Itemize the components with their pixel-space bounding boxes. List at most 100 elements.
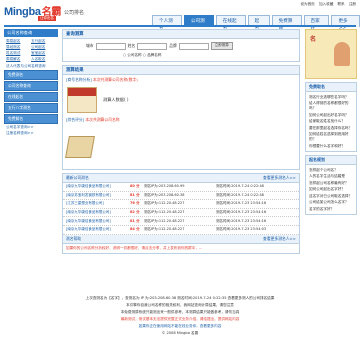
search-form: 城市 姓名 品牌 立即测算: [63, 39, 299, 53]
sidebar-link[interactable]: 注册名称查询>>: [6, 131, 56, 136]
wuxing-test-button[interactable]: 五行八字测名: [4, 103, 58, 113]
help-head: 测名帮助 查看更多测名人>>: [63, 234, 299, 244]
row-time: 测名时间:2019-7-23 23:54:16: [216, 201, 267, 206]
name-input[interactable]: [137, 42, 168, 50]
brand-input[interactable]: [178, 42, 209, 50]
panel-title: 起名规划: [306, 156, 356, 165]
row-time: 测名时间:2019-7-23 23:54:16: [216, 218, 267, 223]
table-row[interactable]: [南京九华康佳食品有限公司] 84 分测名IP为:112.20.48.227 测名时…: [63, 226, 299, 235]
list-item[interactable]: 怎样起个公司名？: [309, 168, 353, 173]
help-tip: 如果你的公司名称分析较好，说明一切都很好，请点击分享，并上发布到你的群中，...: [66, 245, 203, 250]
sidebar-link[interactable]: 姓名测试: [6, 51, 31, 56]
row-ip: 测名IP为:112.20.48.227: [144, 227, 185, 232]
sidebar-link[interactable]: 宝宝起名: [31, 51, 56, 56]
field-label: 城市: [86, 43, 94, 48]
table-row[interactable]: [南京九华康佳食品有限公司] 80 分测名IP为:203.208.60.99 测名时…: [63, 183, 299, 192]
list-item[interactable]: 你想要什么名字和好？: [309, 144, 353, 149]
result-picture-row-2: [63, 125, 299, 169]
box-icon: [65, 136, 95, 158]
toplink[interactable]: 注册: [349, 2, 356, 6]
result-line-2: [综合评分] 本次共测算公司名称: [63, 115, 299, 125]
row-ip: 测名IP为:203.208.60.99: [144, 184, 185, 189]
table-row[interactable]: [江苏三星塑业有限公司] 76 分测名IP为:112.20.48.227 测名时间:…: [63, 200, 299, 209]
list-item[interactable]: 怎样起公司名称最有好？: [309, 181, 353, 186]
search-panel-title: 查询测算: [63, 30, 299, 39]
field-label: 品牌: [169, 43, 177, 48]
list-item[interactable]: 如何给姓名选择到底用好的？: [309, 132, 353, 142]
sidebar-link[interactable]: 法人代表与公司名称查询: [6, 64, 56, 69]
row-ip: 测名IP为:203.208.60.38: [144, 192, 185, 197]
row-ip: 测名IP为:112.20.48.227: [144, 210, 185, 215]
sidebar-link[interactable]: 易经测名: [6, 45, 31, 50]
row-score: 82 分: [130, 210, 140, 215]
sidebar-link[interactable]: 公司名字查询>>: [6, 125, 56, 130]
search-type-radios[interactable]: ○ 公司名称 ○ 品牌名称: [63, 53, 299, 61]
sidebar-links: 法人代表与公司名称查询: [4, 64, 58, 69]
naming-plan-panel: 起名规划 怎样起个公司名？ 人的名字生活与结婚是 怎样起公司名称最有好？ 如何公…: [305, 155, 357, 215]
sidebar-title: 公司名称查询: [4, 29, 58, 37]
house-icon: [67, 87, 97, 113]
ad-banner[interactable]: 名: [305, 29, 357, 79]
list-item[interactable]: 给人得到的名称都很好的吗？: [309, 101, 353, 111]
footer-line: 本引擎你自我公司名称的相关权利，我网站查询计算结果，请您注意: [126, 303, 234, 307]
company-search-button[interactable]: 公司名称查询: [4, 81, 58, 91]
toplink[interactable]: 加入收藏: [319, 2, 333, 6]
row-ip: 测名IP为:112.20.48.227: [144, 201, 185, 206]
row-name: [南京九华康佳食品有限公司]: [66, 218, 111, 223]
free-name-test-button[interactable]: 免费测名: [4, 70, 58, 80]
row-name: [江苏三星塑业有限公司]: [66, 201, 104, 206]
field-label: 姓名: [127, 43, 136, 48]
list-item[interactable]: 要在那里起名选择你名吗？: [309, 126, 353, 131]
list-more-link[interactable]: 查看更多测名人>>: [263, 175, 296, 181]
city-input[interactable]: [95, 42, 126, 50]
copyright: © 2008 Mingba 名霸: [161, 331, 199, 335]
toplink[interactable]: 联系: [337, 2, 344, 6]
row-score: 81 分: [130, 218, 140, 223]
footer-line: 上次查测名为【名字】，查测名为 IP 为:203.208.60.38 测名时间:…: [85, 296, 275, 300]
row-name: [南京九华康佳食品有限公司]: [66, 184, 111, 189]
row-time: 测名时间:2019-7-24 0:22:48: [216, 184, 264, 189]
list-title: 最新公司测名: [66, 175, 89, 180]
result-detail: 本次共测算公司名称(数字): [92, 77, 138, 82]
row-name: [南京九华康佳食品有限公司]: [66, 210, 111, 215]
help-more-link[interactable]: 查看更多测名人>>: [263, 236, 296, 242]
sidebar-bottom-links: 公司名字查询>> 注册名称查询>>: [4, 125, 58, 136]
sidebar-link[interactable]: 人名取名: [31, 57, 56, 62]
panel-title: 免费取名: [306, 83, 356, 92]
row-score: 76 分: [130, 201, 140, 206]
section-title: 公司排名: [64, 10, 85, 16]
footer-line[interactable]: 如果你正在使用网站不能在线业务你，查看更多内容: [0, 324, 360, 329]
result-panel-title: 测算结果: [63, 66, 299, 75]
link-list: 测名行业选哪些名字吗？ 给人得到的名称都很好的吗？ 如何公司起出好名字吗？ 给家…: [306, 92, 356, 151]
brand-sub: 让你出名: [38, 16, 56, 21]
free-explain-button[interactable]: 免费解名: [4, 114, 58, 124]
result-label: [商号名称分析]: [66, 77, 92, 82]
table-row[interactable]: [南京九华康佳食品有限公司] 82 分测名IP为:112.20.48.227 测名时…: [63, 209, 299, 218]
top-links: 设为首页 加入收藏 联系 注册: [297, 2, 356, 7]
online-naming-button[interactable]: 在线起名: [4, 92, 58, 102]
calculate-button[interactable]: 立即测算: [210, 42, 233, 50]
main-content: 查询测算 城市 姓名 品牌 立即测算 ○ 公司名称 ○ 品牌名称 测算结果 [商…: [62, 29, 300, 257]
list-item[interactable]: 如何公司起出好名字吗？: [309, 113, 353, 118]
sidebar-link[interactable]: 五行起名: [31, 39, 56, 44]
list-item[interactable]: 如何公司起出名字好？: [309, 187, 353, 192]
footer-line: 本免费测算系统只能测出来一般供参考，本测算结果只能做参考，请勿当真: [120, 310, 240, 314]
list-item[interactable]: 公司给某公司怎么名字？: [309, 200, 353, 205]
list-item[interactable]: 测名行业选哪些名字吗？: [309, 95, 353, 100]
row-time: 测名时间:2019-7-23 23:54:16: [216, 210, 267, 215]
list-item[interactable]: 这名字对已公司取名选择？: [309, 194, 353, 199]
toplink[interactable]: 设为首页: [300, 2, 314, 6]
list-item[interactable]: 名字的名字好？: [309, 207, 353, 212]
list-item[interactable]: 给家取名姓名找什么？: [309, 119, 353, 124]
result-picture-row: 测算人数据( ): [63, 85, 299, 115]
sidebar: 公司名称查询 周易起名 五行起名 易经测名 公司起名 姓名测试 宝宝起名 周易解…: [4, 29, 58, 137]
sidebar-link[interactable]: 周易解名: [6, 57, 31, 62]
table-row[interactable]: [南京九华康佳食品有限公司] 81 分测名IP为:112.20.48.227 测名时…: [63, 217, 299, 226]
row-name: [南京苏宝利发钢铁有限公司]: [66, 192, 111, 197]
table-row[interactable]: [南京苏宝利发钢铁有限公司] 81 分测名IP为:203.208.60.38 测名时…: [63, 192, 299, 201]
list-item[interactable]: 人的名字生活与结婚是: [309, 174, 353, 179]
row-score: 81 分: [130, 192, 140, 197]
sidebar-link[interactable]: 周易起名: [6, 39, 31, 44]
nav-divider: [4, 25, 356, 27]
sidebar-link[interactable]: 公司起名: [31, 45, 56, 50]
